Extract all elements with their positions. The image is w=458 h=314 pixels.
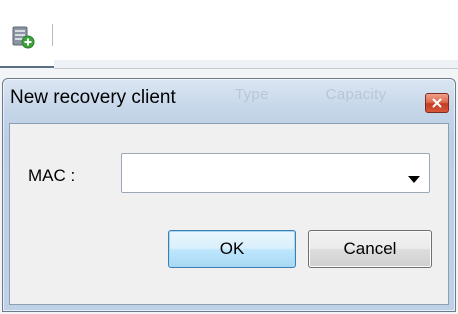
screen: Type Capacity New recovery client MAC : (0, 0, 458, 314)
close-icon (432, 98, 442, 108)
mac-label: MAC : (28, 166, 76, 185)
dialog-body: MAC : OK Cancel (9, 123, 449, 305)
background-toolbar (0, 0, 458, 60)
dialog-titlebar[interactable]: Type Capacity New recovery client (3, 79, 455, 123)
dialog-title: New recovery client (10, 87, 176, 108)
background-tab (0, 57, 54, 68)
faded-column-header: Type (235, 86, 269, 103)
toolbar-separator (52, 24, 53, 46)
mac-combobox[interactable] (121, 153, 430, 193)
chevron-down-icon[interactable] (408, 169, 420, 183)
ok-button[interactable]: OK (168, 230, 296, 268)
new-recovery-client-dialog: Type Capacity New recovery client MAC : (2, 78, 456, 312)
cancel-button[interactable]: Cancel (308, 230, 432, 268)
faded-column-headers: Type Capacity (235, 86, 386, 103)
add-server-icon[interactable] (10, 24, 36, 50)
faded-column-header: Capacity (325, 86, 387, 103)
background-header-strip (54, 60, 458, 69)
close-button[interactable] (425, 93, 449, 113)
